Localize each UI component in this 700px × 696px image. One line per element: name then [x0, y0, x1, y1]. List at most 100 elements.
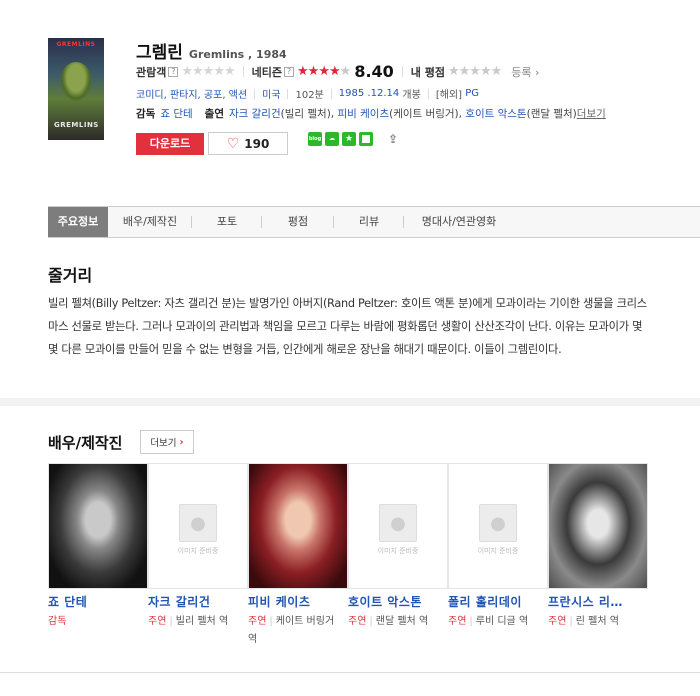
- cast-link-2[interactable]: 피비 케이츠: [337, 106, 389, 121]
- netizen-score: 8.40: [354, 62, 394, 81]
- divider: [242, 66, 244, 77]
- cast-card[interactable]: 죠 단테 감독: [48, 463, 148, 649]
- cast-link-1[interactable]: 자크 갈리건: [229, 106, 281, 121]
- no-image-caption: 이미지 준비중: [377, 547, 419, 555]
- tab-label: 배우/제작진: [122, 215, 178, 228]
- divider: [427, 88, 429, 99]
- director-label: 감독: [136, 108, 156, 120]
- credits-more-link[interactable]: 더보기: [577, 106, 606, 121]
- like-count: 190: [244, 136, 270, 151]
- no-image-placeholder: ● 이미지 준비중: [449, 504, 547, 556]
- person-photo[interactable]: ● 이미지 준비중: [148, 463, 248, 589]
- rating-prefix: [해외]: [435, 90, 463, 101]
- poster-creature-image: [60, 62, 92, 102]
- audience-rating-label: 관람객: [136, 65, 167, 79]
- cast-card[interactable]: ● 이미지 준비중 자크 갈리건 주연 | 빌리 펠처 역: [148, 463, 248, 649]
- cast-card[interactable]: ● 이미지 준비중 호이트 악스톤 주연 | 랜달 펠처 역: [348, 463, 448, 649]
- info-row: 코미디, 판타지, 공포, 액션 미국 102분 1985 .12.14 개봉 …: [136, 86, 479, 101]
- tab-review[interactable]: 리뷰: [334, 207, 404, 237]
- tab-main-info[interactable]: 주요정보: [48, 207, 108, 237]
- role-type: 주연: [148, 616, 167, 627]
- section-divider: [0, 398, 700, 406]
- netizen-stars-empty: ★: [339, 64, 352, 79]
- genres[interactable]: 코미디, 판타지, 공포, 액션: [136, 86, 247, 101]
- person-name[interactable]: 자크 갈리건: [148, 593, 248, 610]
- age-rating[interactable]: PG: [465, 88, 479, 99]
- tab-rating[interactable]: 평점: [262, 207, 334, 237]
- help-icon[interactable]: ?: [168, 66, 179, 77]
- person-name[interactable]: 호이트 악스톤: [348, 593, 448, 610]
- help-icon[interactable]: ?: [284, 66, 295, 77]
- like-button[interactable]: ♡ 190: [208, 132, 288, 155]
- bookmark-star-icon[interactable]: ★: [342, 132, 356, 146]
- tab-quotes-related[interactable]: 명대사/연관영화: [404, 207, 514, 237]
- poster-title: GREMLINS: [56, 41, 96, 48]
- divider: [254, 88, 256, 99]
- blog-share-icon[interactable]: blog: [308, 132, 322, 146]
- person-name[interactable]: 폴리 홀리데이: [448, 593, 548, 610]
- person-role: 감독: [48, 613, 148, 631]
- country[interactable]: 미국: [262, 86, 280, 101]
- person-name[interactable]: 피비 케이츠: [248, 593, 348, 610]
- person-name[interactable]: 죠 단테: [48, 593, 148, 610]
- person-name[interactable]: 프란시스 리…: [548, 593, 648, 610]
- cast-more-button[interactable]: 더보기 ›: [140, 430, 194, 454]
- role-type: 주연: [548, 616, 567, 627]
- share-icon[interactable]: ⇪: [386, 132, 400, 146]
- cast-label: 출연: [204, 108, 224, 120]
- heart-icon: ♡: [226, 135, 240, 152]
- cast-card[interactable]: 프란시스 리… 주연 | 린 펠처 역: [548, 463, 648, 649]
- original-title: Gremlins , 1984: [188, 48, 287, 61]
- poster-logo: GREMLINS: [54, 121, 99, 129]
- character-name: 루비 디글 역: [475, 616, 529, 627]
- role-type: 주연: [448, 616, 467, 627]
- talk-share-icon[interactable]: ☁: [325, 132, 339, 146]
- bottom-divider: [0, 672, 700, 696]
- tab-label: 평점: [287, 215, 309, 228]
- person-photo[interactable]: [548, 463, 648, 589]
- no-image-caption: 이미지 준비중: [177, 547, 219, 555]
- my-rating-stars[interactable]: ★★★★★: [448, 65, 502, 78]
- tab-label: 명대사/연관영화: [421, 215, 497, 228]
- download-button[interactable]: 다운로드: [136, 133, 204, 155]
- square-share-icon[interactable]: [359, 132, 373, 146]
- tab-label: 리뷰: [358, 215, 380, 228]
- movie-title[interactable]: 그렘린: [136, 38, 183, 63]
- no-image-placeholder: ● 이미지 준비중: [349, 504, 447, 556]
- person-role: 주연 | 케이트 버링거 역: [248, 616, 335, 645]
- cast-link-3[interactable]: 호이트 악스톤: [465, 106, 526, 121]
- person-role: 주연 | 린 펠처 역: [548, 616, 619, 627]
- no-image-placeholder: ● 이미지 준비중: [149, 504, 247, 556]
- cast-card[interactable]: 피비 케이츠 주연 | 케이트 버링거 역: [248, 463, 348, 649]
- no-image-caption: 이미지 준비중: [477, 547, 519, 555]
- netizen-rating-label: 네티즌: [251, 65, 283, 79]
- register-rating-link[interactable]: 등록 ›: [511, 64, 539, 80]
- share-icons: blog ☁ ★ ⇪: [308, 132, 400, 146]
- synopsis-text: 빌리 펠쳐(Billy Peltzer: 자츠 갤리건 분)는 발명가인 아버지…: [48, 297, 647, 356]
- person-photo[interactable]: [48, 463, 148, 589]
- register-label: 등록: [511, 65, 532, 79]
- chevron-right-icon: ›: [179, 436, 184, 448]
- person-photo[interactable]: [248, 463, 348, 589]
- tab-label: 포토: [216, 215, 238, 228]
- divider: [330, 88, 332, 99]
- person-photo[interactable]: ● 이미지 준비중: [448, 463, 548, 589]
- more-label: 더보기: [150, 438, 177, 449]
- release-date[interactable]: 1985 .12.14: [339, 88, 399, 99]
- tab-photo[interactable]: 포토: [192, 207, 262, 237]
- cast-card[interactable]: ● 이미지 준비중 폴리 홀리데이 주연 | 루비 디글 역: [448, 463, 548, 649]
- title-row: 그렘린 Gremlins , 1984: [136, 38, 287, 63]
- cast-role-1: (빌리 펠처),: [280, 108, 335, 120]
- tab-cast-crew[interactable]: 배우/제작진: [108, 207, 192, 237]
- runtime: 102분: [295, 90, 324, 101]
- person-photo[interactable]: ● 이미지 준비중: [348, 463, 448, 589]
- person-placeholder-icon: ●: [379, 504, 417, 542]
- character-name: 랜달 펠처 역: [375, 616, 429, 627]
- character-name: 빌리 펠처 역: [175, 616, 229, 627]
- character-name: 린 펠처 역: [575, 616, 619, 627]
- cast-list: 죠 단테 감독 ● 이미지 준비중 자크 갈리건 주연 | 빌리 펠처 역 피비 케…: [48, 463, 648, 649]
- director-link[interactable]: 죠 단테: [160, 106, 192, 121]
- movie-poster[interactable]: GREMLINS GREMLINS: [48, 38, 104, 140]
- credits-row: 감독 죠 단테 출연 자크 갈리건 (빌리 펠처), 피비 케이츠 (케이트 버링거…: [136, 106, 606, 121]
- release-suffix: 개봉: [402, 90, 421, 101]
